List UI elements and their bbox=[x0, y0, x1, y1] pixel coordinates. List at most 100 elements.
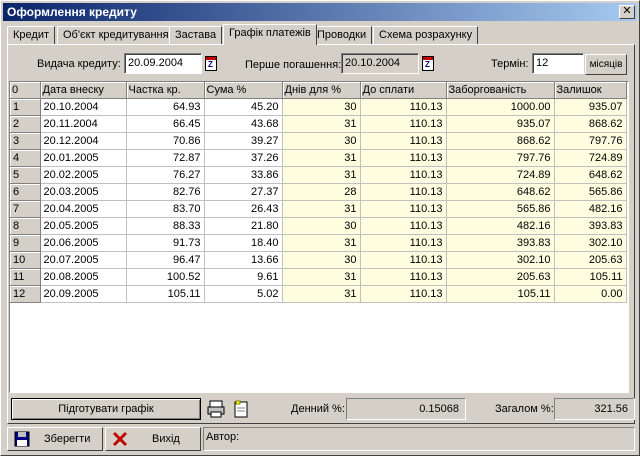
cell-interest[interactable]: 39.27 bbox=[204, 132, 283, 150]
col-header-payment[interactable]: До сплати bbox=[360, 82, 447, 99]
cell-date[interactable]: 20.06.2005 bbox=[40, 234, 127, 252]
cell-debt[interactable]: 797.76 bbox=[446, 149, 555, 167]
cell-interest[interactable]: 45.20 bbox=[204, 98, 283, 116]
col-header-interest[interactable]: Сума % bbox=[204, 82, 283, 99]
col-header-balance[interactable]: Залишок bbox=[554, 82, 627, 99]
cell-days[interactable]: 31 bbox=[282, 166, 361, 184]
preview-button[interactable] bbox=[231, 399, 251, 419]
cell-interest[interactable]: 9.61 bbox=[204, 268, 283, 286]
cell-principal[interactable]: 72.87 bbox=[126, 149, 205, 167]
cell-payment[interactable]: 110.13 bbox=[360, 251, 447, 269]
cell-date[interactable]: 20.02.2005 bbox=[40, 166, 127, 184]
table-row[interactable]: 12 20.09.2005 105.11 5.02 31 110.13 105.11 0.00 bbox=[10, 285, 627, 303]
cell-index[interactable]: 12 bbox=[10, 285, 41, 303]
tab-postings[interactable]: Проводки bbox=[311, 26, 373, 44]
cell-balance[interactable]: 868.62 bbox=[554, 115, 627, 133]
cell-index[interactable]: 9 bbox=[10, 234, 41, 252]
close-button[interactable]: ✕ bbox=[619, 5, 635, 19]
table-row[interactable]: 5 20.02.2005 76.27 33.86 31 110.13 724.89 648.6… bbox=[10, 166, 627, 184]
cell-principal[interactable]: 88.33 bbox=[126, 217, 205, 235]
table-row[interactable]: 8 20.05.2005 88.33 21.80 30 110.13 482.16 393.8… bbox=[10, 217, 627, 235]
cell-principal[interactable]: 83.70 bbox=[126, 200, 205, 218]
cell-debt[interactable]: 724.89 bbox=[446, 166, 555, 184]
cell-principal[interactable]: 96.47 bbox=[126, 251, 205, 269]
cell-principal[interactable]: 91.73 bbox=[126, 234, 205, 252]
cell-days[interactable]: 31 bbox=[282, 285, 361, 303]
cell-principal[interactable]: 66.45 bbox=[126, 115, 205, 133]
table-row[interactable]: 11 20.08.2005 100.52 9.61 31 110.13 205.63 105.… bbox=[10, 268, 627, 286]
cell-debt[interactable]: 105.11 bbox=[446, 285, 555, 303]
cell-index[interactable]: 5 bbox=[10, 166, 41, 184]
cell-debt[interactable]: 482.16 bbox=[446, 217, 555, 235]
cell-date[interactable]: 20.05.2005 bbox=[40, 217, 127, 235]
term-input[interactable]: 12 bbox=[532, 53, 584, 74]
cell-interest[interactable]: 18.40 bbox=[204, 234, 283, 252]
col-header-debt[interactable]: Заборгованість bbox=[446, 82, 555, 99]
cell-days[interactable]: 30 bbox=[282, 251, 361, 269]
term-unit-button[interactable]: місяців bbox=[585, 54, 627, 75]
cell-debt[interactable]: 935.07 bbox=[446, 115, 555, 133]
cell-balance[interactable]: 302.10 bbox=[554, 234, 627, 252]
cell-days[interactable]: 31 bbox=[282, 200, 361, 218]
issue-date-calendar-button[interactable] bbox=[203, 54, 219, 73]
cell-payment[interactable]: 110.13 bbox=[360, 200, 447, 218]
cell-days[interactable]: 31 bbox=[282, 268, 361, 286]
cell-index[interactable]: 11 bbox=[10, 268, 41, 286]
cell-interest[interactable]: 13.66 bbox=[204, 251, 283, 269]
cell-balance[interactable]: 105.11 bbox=[554, 268, 627, 286]
cell-index[interactable]: 7 bbox=[10, 200, 41, 218]
cell-payment[interactable]: 110.13 bbox=[360, 268, 447, 286]
cell-days[interactable]: 31 bbox=[282, 149, 361, 167]
table-row[interactable]: 4 20.01.2005 72.87 37.26 31 110.13 797.76 724.8… bbox=[10, 149, 627, 167]
cell-days[interactable]: 30 bbox=[282, 132, 361, 150]
tab-collateral[interactable]: Застава bbox=[169, 26, 223, 44]
schedule-grid[interactable]: 0 Дата внеску Частка кр. Сума % Днів для… bbox=[9, 81, 629, 393]
cell-balance[interactable]: 797.76 bbox=[554, 132, 627, 150]
tab-payment-schedule[interactable]: Графік платежів bbox=[223, 24, 317, 45]
cell-payment[interactable]: 110.13 bbox=[360, 285, 447, 303]
cell-payment[interactable]: 110.13 bbox=[360, 132, 447, 150]
table-row[interactable]: 10 20.07.2005 96.47 13.66 30 110.13 302.10 205.… bbox=[10, 251, 627, 269]
cell-index[interactable]: 2 bbox=[10, 115, 41, 133]
cell-payment[interactable]: 110.13 bbox=[360, 183, 447, 201]
cell-debt[interactable]: 868.62 bbox=[446, 132, 555, 150]
cell-balance[interactable]: 205.63 bbox=[554, 251, 627, 269]
cell-index[interactable]: 3 bbox=[10, 132, 41, 150]
cell-interest[interactable]: 5.02 bbox=[204, 285, 283, 303]
cell-debt[interactable]: 565.86 bbox=[446, 200, 555, 218]
tab-credit[interactable]: Кредит bbox=[7, 26, 56, 44]
cell-date[interactable]: 20.11.2004 bbox=[40, 115, 127, 133]
table-row[interactable]: 7 20.04.2005 83.70 26.43 31 110.13 565.86 482.1… bbox=[10, 200, 627, 218]
table-row[interactable]: 9 20.06.2005 91.73 18.40 31 110.13 393.83 302.1… bbox=[10, 234, 627, 252]
cell-date[interactable]: 20.09.2005 bbox=[40, 285, 127, 303]
cell-payment[interactable]: 110.13 bbox=[360, 98, 447, 116]
col-header-index[interactable]: 0 bbox=[10, 82, 41, 99]
cell-balance[interactable]: 648.62 bbox=[554, 166, 627, 184]
cell-date[interactable]: 20.08.2005 bbox=[40, 268, 127, 286]
cell-principal[interactable]: 70.86 bbox=[126, 132, 205, 150]
prepare-schedule-button[interactable]: Підготувати графік bbox=[11, 398, 201, 420]
cell-balance[interactable]: 393.83 bbox=[554, 217, 627, 235]
cell-debt[interactable]: 1000.00 bbox=[446, 98, 555, 116]
cell-index[interactable]: 6 bbox=[10, 183, 41, 201]
cell-interest[interactable]: 27.37 bbox=[204, 183, 283, 201]
tab-credit-object[interactable]: Об'єкт кредитування bbox=[57, 26, 175, 44]
cell-interest[interactable]: 43.68 bbox=[204, 115, 283, 133]
table-row[interactable]: 3 20.12.2004 70.86 39.27 30 110.13 868.62 797.7… bbox=[10, 132, 627, 150]
tab-calculation-scheme[interactable]: Схема розрахунку bbox=[373, 26, 479, 44]
cell-debt[interactable]: 205.63 bbox=[446, 268, 555, 286]
cell-index[interactable]: 8 bbox=[10, 217, 41, 235]
col-header-date[interactable]: Дата внеску bbox=[40, 82, 127, 99]
col-header-principal[interactable]: Частка кр. bbox=[126, 82, 205, 99]
first-payment-calendar-button[interactable] bbox=[420, 54, 436, 73]
cell-interest[interactable]: 26.43 bbox=[204, 200, 283, 218]
cell-principal[interactable]: 76.27 bbox=[126, 166, 205, 184]
cell-interest[interactable]: 37.26 bbox=[204, 149, 283, 167]
cell-principal[interactable]: 82.76 bbox=[126, 183, 205, 201]
cell-days[interactable]: 31 bbox=[282, 115, 361, 133]
cell-interest[interactable]: 21.80 bbox=[204, 217, 283, 235]
cell-payment[interactable]: 110.13 bbox=[360, 217, 447, 235]
cell-date[interactable]: 20.03.2005 bbox=[40, 183, 127, 201]
cell-balance[interactable]: 565.86 bbox=[554, 183, 627, 201]
col-header-days[interactable]: Днів для % bbox=[282, 82, 361, 99]
